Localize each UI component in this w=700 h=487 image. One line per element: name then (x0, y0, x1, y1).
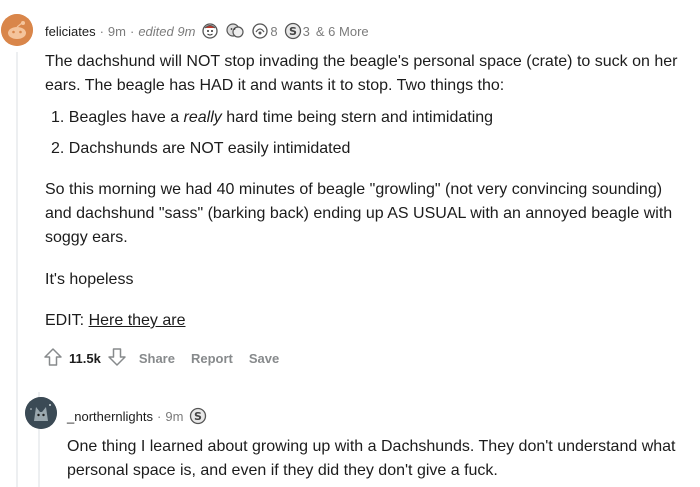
reply-time: 9m (165, 408, 184, 424)
edit-link[interactable]: Here they are (89, 312, 186, 329)
comment-paragraph: So this morning we had 40 minutes of bea… (45, 181, 673, 246)
list-item: 2. Dachshunds are NOT easily intimidated (51, 137, 493, 168)
award[interactable] (201, 22, 219, 40)
share-button[interactable]: Share (139, 351, 175, 366)
svg-text:S: S (289, 25, 297, 38)
reply-username[interactable]: _northernlights (67, 409, 153, 424)
wolf-avatar-icon (25, 397, 57, 429)
edited-time: edited 9m (138, 23, 196, 39)
upvote-arrow-icon (44, 347, 62, 366)
list-number: 1. (51, 109, 65, 126)
downvote-button[interactable] (107, 347, 127, 370)
downvote-arrow-icon (108, 347, 126, 366)
edit-prefix: EDIT: (45, 312, 89, 329)
silver-award-icon: S (190, 407, 207, 425)
reply-meta: _northernlights · 9m S (67, 407, 207, 425)
avatar[interactable] (1, 14, 33, 46)
more-awards-link[interactable]: & 6 More (316, 24, 369, 39)
award[interactable]: S 3 (284, 22, 310, 40)
separator-dot: · (129, 23, 135, 39)
list-emphasis: really (183, 109, 222, 126)
action-bar: 11.5k Share Report Save (43, 346, 279, 370)
hug-award-icon (226, 23, 245, 38)
username[interactable]: feliciates (45, 24, 96, 39)
separator-dot: · (99, 23, 104, 39)
list-text: hard time being stern and intimidating (221, 109, 494, 126)
wholesome-seal-award-icon (202, 23, 219, 39)
svg-text:S: S (194, 410, 202, 423)
upvote-button[interactable] (43, 347, 63, 370)
award-count: 8 (270, 23, 278, 39)
thread-line[interactable] (16, 52, 18, 487)
vote-score: 11.5k (69, 350, 101, 366)
award-count: 3 (302, 23, 310, 39)
reply-body: One thing I learned about growing up wit… (67, 438, 676, 479)
list-text: Dachshunds are NOT easily intimidated (68, 140, 351, 157)
comment-meta: feliciates · 9m · edited 9m 8 S 3 & 6 Mo… (45, 22, 369, 40)
list-text: Beagles have a (68, 109, 184, 126)
numbered-list: 1. Beagles have a really hard time being… (51, 106, 493, 168)
award[interactable]: S (189, 407, 207, 425)
comment-paragraph: The dachshund will NOT stop invading the… (45, 53, 678, 94)
list-number: 2. (51, 140, 65, 157)
helpful-award-icon (252, 23, 269, 39)
edit-paragraph: EDIT: Here they are (45, 309, 186, 333)
list-item: 1. Beagles have a really hard time being… (51, 106, 493, 137)
report-button[interactable]: Report (191, 351, 233, 366)
silver-award-icon: S (284, 22, 301, 40)
save-button[interactable]: Save (249, 351, 279, 366)
separator-dot: · (157, 408, 162, 424)
comment-paragraph: It's hopeless (45, 271, 134, 288)
comment-time: 9m (107, 23, 126, 39)
award[interactable] (225, 22, 245, 40)
award[interactable]: 8 (251, 22, 278, 40)
snoo-avatar-icon (1, 14, 33, 46)
reply-avatar[interactable] (25, 397, 57, 429)
